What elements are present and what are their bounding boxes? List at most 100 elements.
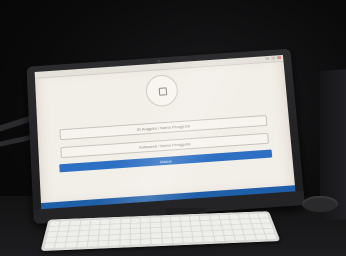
keyboard-key [109,234,120,240]
keyboard-key [233,229,244,235]
keyboard-key [261,223,273,229]
keyboard-key [199,215,210,221]
keyboard-key [240,219,251,224]
keyboard-key [209,215,220,220]
keyboard-key [87,241,98,247]
keyboard-key [160,217,170,222]
submit-label: Masuk [159,157,172,164]
keyboard-key [109,240,120,246]
keyboard-key [259,218,271,223]
keyboard-key [200,220,211,226]
keyboard-key [255,234,267,240]
keyboard-key [45,237,57,243]
keyboard-key [141,233,151,239]
keyboard-key [181,226,192,232]
monitor-screen: ID Anggota / Nama Pengguna Katasandi / N… [34,54,296,210]
minimize-icon[interactable] [265,56,270,61]
username-placeholder: ID Anggota / Nama Pengguna [136,123,191,132]
keyboard-key [180,216,190,221]
keyboard-key [170,221,181,227]
keyboard-key [80,220,91,225]
keyboard-key [151,238,162,244]
keyboard-key [98,240,109,247]
keyboard-key [150,217,160,223]
keyboard-key [110,219,121,224]
keyboard-key [191,226,202,232]
keyboard-key [221,224,233,230]
keyboard-key [229,214,240,220]
keyboard-key [190,220,201,226]
keyboard-key [182,231,193,237]
keyboard-key [47,231,58,237]
keyboard-key [171,226,182,232]
keyboard-key [241,224,253,229]
photo-scene: ID Anggota / Nama Pengguna Katasandi / N… [0,0,346,256]
keyboard-key [265,233,277,240]
keyboard-key [231,224,243,230]
window-controls [265,56,282,61]
keyboard-key [219,214,230,220]
password-placeholder: Katasandi / Nama Pengguna [138,141,191,150]
keyboard-key [193,236,204,243]
keyboard-key [223,230,234,236]
keyboard-key [77,236,88,242]
keyboard-key [109,229,120,235]
keyboard-key [224,235,235,241]
keyboard-key [68,231,79,237]
keyboard-key [192,231,203,237]
keyboard-key [214,236,225,242]
keyboard-key [212,230,224,236]
keyboard-key [161,232,172,238]
keyboard-key [151,227,161,233]
keyboard-key [244,234,256,240]
keyboard-key [234,235,246,241]
keyboard-key [180,221,191,227]
logo-mark [158,87,168,96]
keyboard-key [69,225,80,231]
keyboard-key [230,219,241,225]
keyboard-key [100,224,110,230]
keyboard-key [110,224,120,229]
maximize-icon[interactable] [271,56,276,60]
keyboard-key [220,219,231,225]
keyboard-key [89,224,100,230]
keyboard-key [130,218,140,223]
keyboard-key [130,233,141,240]
keyboard-key [60,220,71,226]
keyboard-key [88,235,99,241]
keyboard-key [190,215,200,221]
monitor: ID Anggota / Nama Pengguna Katasandi / N… [26,48,305,225]
keyboard-key [202,231,213,237]
keyboard-key [253,228,265,234]
keyboard-key [90,219,101,225]
keyboard-key [151,233,162,239]
keyboard-key [89,230,100,236]
keyboard-key [120,223,130,229]
keyboard-key [141,239,151,245]
keyboard-key [250,218,261,224]
keyboard-key [182,237,194,243]
keyboard-key [120,234,130,240]
keyboard-key [56,236,68,243]
keyboard-key [120,228,130,234]
keyboard-key [161,227,171,233]
keyboard-key [79,225,90,231]
keyboard-key [55,242,66,248]
keyboard-key [170,216,180,222]
keyboard-key [150,222,161,228]
keyboard-key [201,225,212,231]
keyboard-key [251,223,263,229]
keyboard-key [171,232,182,238]
keyboard-key [140,228,151,234]
logo-icon [144,73,179,108]
keyboard-key [57,231,69,237]
webcam [157,59,161,63]
keyboard-key [48,226,59,232]
keyboard-key [66,242,77,248]
keyboard-key [238,214,249,219]
keyboard-key [140,217,150,223]
mouse [302,196,338,212]
close-icon[interactable] [277,56,282,60]
keyboard-key [58,226,70,232]
keyboard-key [67,236,78,242]
